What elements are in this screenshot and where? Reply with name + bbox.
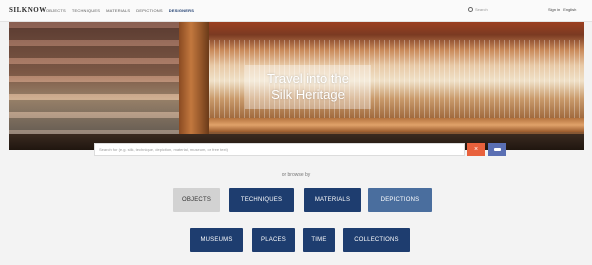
browse-techniques-button[interactable]: TECHNIQUES — [229, 188, 294, 212]
loom-rail — [209, 118, 584, 132]
clear-search-button[interactable]: × — [467, 143, 485, 156]
submit-search-button[interactable] — [488, 143, 506, 156]
browse-materials-button[interactable]: MATERIALS — [304, 188, 361, 212]
nav-item-techniques[interactable]: TECHNIQUES — [72, 8, 100, 13]
browse-by-label: or browse by — [281, 172, 311, 178]
main-nav: OBJECTS TECHNIQUES MATERIALS DEPICTIONS … — [46, 8, 194, 13]
browse-depictions-button[interactable]: DEPICTIONS — [368, 188, 432, 212]
search-icon — [493, 148, 501, 151]
site-logo[interactable]: SILKNOW — [9, 6, 47, 14]
top-navigation-bar: SILKNOW OBJECTS TECHNIQUES MATERIALS DEP… — [0, 0, 592, 22]
nav-item-depictions[interactable]: DEPICTIONS — [136, 8, 162, 13]
header-search[interactable]: Search — [468, 7, 488, 12]
close-icon: × — [473, 146, 479, 153]
main-search-input[interactable]: Search for (e.g. silk, technique, depict… — [94, 143, 465, 156]
loom-left-section — [9, 22, 184, 150]
nav-item-materials[interactable]: MATERIALS — [106, 8, 130, 13]
search-icon — [468, 7, 473, 12]
hero-title-line1: Travel into the — [267, 71, 349, 86]
nav-item-designers[interactable]: DESIGNERS — [169, 8, 194, 13]
browse-time-button[interactable]: TIME — [303, 228, 335, 252]
hero-banner: Travel into the Silk Heritage — [9, 22, 584, 150]
nav-item-objects[interactable]: OBJECTS — [46, 8, 66, 13]
hero-title-line2: Silk Heritage — [271, 87, 345, 102]
sign-in-link[interactable]: Sign in — [548, 7, 560, 12]
user-menu[interactable]: Sign in English — [548, 7, 576, 12]
browse-places-button[interactable]: PLACES — [252, 228, 295, 252]
language-selector[interactable]: English — [563, 7, 576, 12]
browse-objects-button[interactable]: OBJECTS — [173, 188, 220, 212]
main-search-bar: Search for (e.g. silk, technique, depict… — [94, 143, 506, 156]
hero-title: Travel into the Silk Heritage — [245, 65, 371, 109]
loom-post — [179, 22, 209, 150]
browse-collections-button[interactable]: COLLECTIONS — [343, 228, 410, 252]
browse-museums-button[interactable]: MUSEUMS — [190, 228, 243, 252]
header-search-placeholder: Search — [475, 7, 488, 12]
browse-row-1: OBJECTS TECHNIQUES MATERIALS DEPICTIONS — [173, 188, 432, 212]
browse-row-2: MUSEUMS PLACES TIME COLLECTIONS — [190, 228, 410, 252]
